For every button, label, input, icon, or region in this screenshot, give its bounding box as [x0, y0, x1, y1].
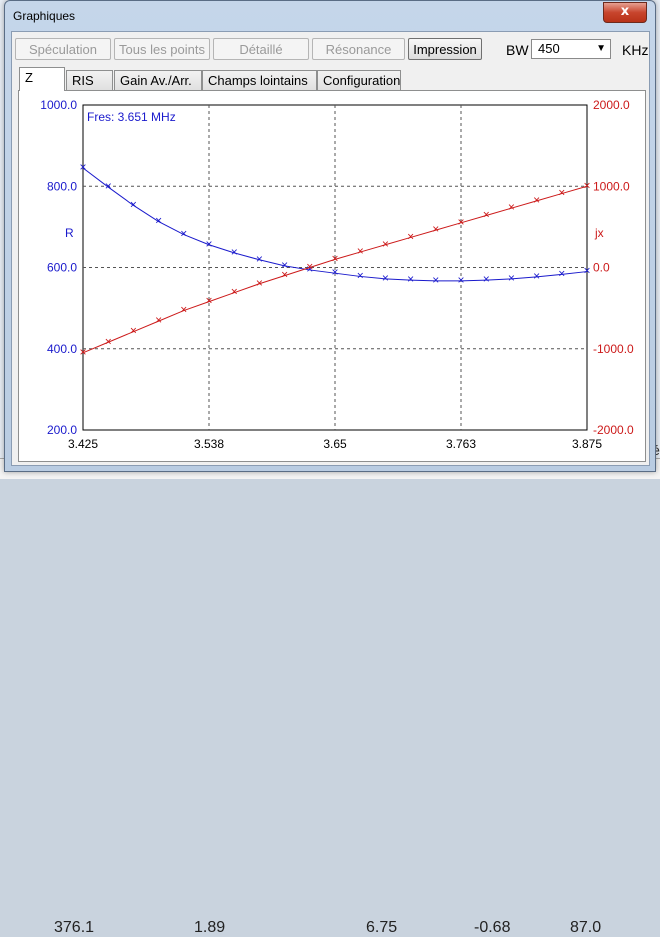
- y-right-tick-label: -2000.0: [593, 423, 634, 437]
- r-point-marker: ×: [483, 272, 490, 286]
- jx-point-marker: ×: [256, 276, 263, 290]
- r-point-marker: ×: [583, 264, 590, 278]
- chevron-down-icon[interactable]: ▼: [596, 40, 606, 58]
- x-tick-label: 3.763: [446, 437, 476, 451]
- background-cell: 1.89: [194, 919, 226, 936]
- x-tick-label: 3.875: [572, 437, 602, 451]
- r-point-marker: ×: [130, 197, 137, 211]
- r-point-marker: ×: [508, 271, 515, 285]
- impedance-chart: × × × × × × × × × × × × × × × × × × × × × × × × × × × × × × × × × × × × × × ×…: [40, 98, 634, 451]
- detailed-button[interactable]: Détaillé: [213, 38, 309, 60]
- tab-ris[interactable]: RIS: [66, 70, 113, 90]
- r-point-marker: ×: [205, 237, 212, 251]
- x-tick-label: 3.425: [68, 437, 98, 451]
- jx-point-marker: ×: [306, 260, 313, 274]
- jx-point-marker: ×: [483, 208, 490, 222]
- all-points-button[interactable]: Tous les points: [114, 38, 210, 60]
- jx-point-marker: ×: [105, 334, 112, 348]
- jx-point-marker: ×: [508, 200, 515, 214]
- r-point-marker: ×: [180, 227, 187, 241]
- r-point-marker: ×: [432, 273, 439, 287]
- jx-point-marker: ×: [331, 251, 338, 265]
- jx-point-marker: ×: [382, 237, 389, 251]
- y-left-tick-label: 400.0: [47, 342, 77, 356]
- jx-point-marker: ×: [583, 178, 590, 192]
- jx-point-marker: ×: [558, 186, 565, 200]
- r-point-marker: ×: [256, 252, 263, 266]
- y-left-label: R: [65, 226, 74, 240]
- r-point-marker: ×: [382, 271, 389, 285]
- jx-point-marker: ×: [205, 294, 212, 308]
- y-right-tick-label: 2000.0: [593, 98, 630, 112]
- background-cell: -0.68: [474, 919, 511, 936]
- y-left-tick-label: 800.0: [47, 179, 77, 193]
- khz-label: KHz: [622, 42, 649, 58]
- jx-point-marker: ×: [155, 313, 162, 327]
- y-left-tick-label: 200.0: [47, 423, 77, 437]
- r-point-marker: ×: [331, 265, 338, 279]
- tab-configuration[interactable]: Configuration: [317, 70, 401, 90]
- r-point-marker: ×: [231, 245, 238, 259]
- close-button[interactable]: x: [603, 2, 647, 23]
- y-right-label: jx: [594, 226, 604, 240]
- tab-gain[interactable]: Gain Av./Arr.: [114, 70, 202, 90]
- x-tick-label: 3.65: [323, 437, 347, 451]
- jx-point-marker: ×: [281, 268, 288, 282]
- r-point-marker: ×: [105, 179, 112, 193]
- y-right-tick-label: -1000.0: [593, 342, 634, 356]
- bw-select[interactable]: 450 ▼: [531, 39, 611, 59]
- r-point-marker: ×: [79, 160, 86, 174]
- r-point-marker: ×: [155, 214, 162, 228]
- close-icon: x: [620, 4, 630, 19]
- y-right-tick-label: 1000.0: [593, 179, 630, 193]
- window-title: Graphiques: [13, 9, 76, 23]
- jx-point-marker: ×: [180, 303, 187, 317]
- y-left-tick-label: 1000.0: [40, 98, 77, 112]
- bw-value: 450: [538, 41, 560, 56]
- graphiques-window: Graphiques x Spéculation Tous les points…: [4, 0, 656, 472]
- jx-point-marker: ×: [432, 222, 439, 236]
- background-cell: 376.1: [54, 919, 95, 936]
- background-cell: 87.0: [570, 919, 602, 936]
- print-button[interactable]: Impression: [408, 38, 482, 60]
- background-cell: 6.75: [366, 919, 398, 936]
- jx-point-marker: ×: [79, 345, 86, 359]
- x-tick-label: 3.538: [194, 437, 224, 451]
- resonance-annotation: Fres: 3.651 MHz: [87, 110, 176, 124]
- r-point-marker: ×: [558, 266, 565, 280]
- resonance-button[interactable]: Résonance: [312, 38, 405, 60]
- y-left-tick-label: 600.0: [47, 261, 77, 275]
- bw-label: BW: [506, 42, 529, 58]
- jx-point-marker: ×: [231, 285, 238, 299]
- jx-point-marker: ×: [457, 215, 464, 229]
- tab-panel-z: × × × × × × × × × × × × × × × × × × × × × × × × × × × × × × × × × × × × × × ×…: [18, 90, 646, 462]
- jx-point-marker: ×: [407, 229, 414, 243]
- tab-z[interactable]: Z: [19, 67, 65, 91]
- jx-point-marker: ×: [130, 324, 137, 338]
- jx-point-marker: ×: [357, 244, 364, 258]
- r-point-marker: ×: [407, 272, 414, 286]
- r-point-marker: ×: [457, 273, 464, 287]
- r-point-marker: ×: [357, 268, 364, 282]
- y-right-tick-label: 0.0: [593, 261, 610, 275]
- tab-far-field[interactable]: Champs lointains: [202, 70, 317, 90]
- window-client-area: Spéculation Tous les points Détaillé Rés…: [11, 31, 650, 466]
- r-point-marker: ×: [533, 269, 540, 283]
- speculation-button[interactable]: Spéculation: [15, 38, 111, 60]
- jx-point-marker: ×: [533, 193, 540, 207]
